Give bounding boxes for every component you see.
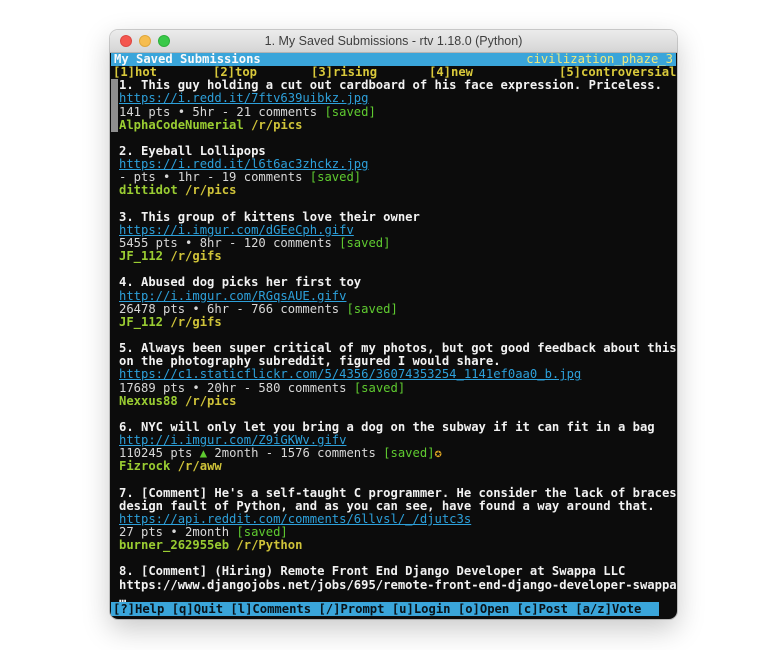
subreddit-link[interactable]: /r/gifs [170,249,221,263]
minimize-button[interactable] [139,35,151,47]
submission-link[interactable]: https://i.redd.it/l6t6ac3zhckz.jpg [119,157,368,171]
submission-item[interactable]: 4. Abused dog picks her first toyhttp://… [111,276,676,329]
submission-link[interactable]: http://i.imgur.com/RGqsAUE.gifv [119,289,346,303]
submission-link[interactable]: https://c1.staticflickr.com/5/4356/36074… [119,367,581,381]
gilded-icon: ✪ [435,446,442,460]
macos-window: 1. My Saved Submissions - rtv 1.18.0 (Py… [110,30,677,619]
submission-byline: dittidot /r/pics [111,184,676,197]
submission-link[interactable]: https://api.reddit.com/comments/6llvsl/_… [119,512,471,526]
submission-item[interactable]: 6. NYC will only let you bring a dog on … [111,421,676,474]
traffic-lights [120,30,170,52]
upvote-icon: ▲ [200,446,207,460]
subreddit-link[interactable]: /r/gifs [170,315,221,329]
selection-cursor [111,79,118,132]
submission-item[interactable]: 1. This guy holding a cut out cardboard … [111,79,676,132]
submission-byline: JF_112 /r/gifs [111,250,676,263]
saved-badge: [saved] [339,236,390,250]
author-name[interactable]: burner_262955eb [119,538,229,552]
stats-text: 5455 pts • 8hr - 120 comments [119,236,339,250]
stats-text: 26478 pts • 6hr - 766 comments [119,302,346,316]
author-name[interactable]: Fizrock [119,459,170,473]
stats-text: - pts • 1hr - 19 comments [119,170,310,184]
subreddit-link[interactable]: /r/pics [185,394,236,408]
window-titlebar: 1. My Saved Submissions - rtv 1.18.0 (Py… [110,30,677,53]
submission-title[interactable]: 8. [Comment] (Hiring) Remote Front End D… [111,565,676,578]
window-title: 1. My Saved Submissions - rtv 1.18.0 (Py… [265,34,523,48]
author-name[interactable]: JF_112 [119,249,163,263]
stats-text: 2month - 1576 comments [207,446,383,460]
submission-link[interactable]: https://i.imgur.com/dGEeCph.gifv [119,223,354,237]
author-name[interactable]: AlphaCodeNumerial [119,118,244,132]
submission-link[interactable]: http://i.imgur.com/Z9iGKWv.gifv [119,433,346,447]
submission-byline: burner_262955eb /r/Python [111,539,676,552]
saved-badge: [saved] [354,381,405,395]
author-name[interactable]: Nexxus88 [119,394,178,408]
submission-item[interactable]: 5. Always been super critical of my phot… [111,342,676,408]
subreddit-link[interactable]: /r/Python [236,538,302,552]
submission-title[interactable]: https://www.djangojobs.net/jobs/695/remo… [111,579,676,592]
submission-link[interactable]: https://i.redd.it/7ftv639uibkz.jpg [119,91,368,105]
author-name[interactable]: dittidot [119,183,178,197]
saved-badge: [saved] [346,302,397,316]
saved-badge: [saved] [310,170,361,184]
stats-text: 141 pts • 5hr - 21 comments [119,105,324,119]
saved-badge: [saved] [324,105,375,119]
submission-item[interactable]: 3. This group of kittens love their owne… [111,211,676,264]
saved-badge: [saved] [383,446,434,460]
subreddit-link[interactable]: /r/pics [251,118,302,132]
author-name[interactable]: JF_112 [119,315,163,329]
submission-item[interactable]: 7. [Comment] He's a self-taught C progra… [111,487,676,553]
close-button[interactable] [120,35,132,47]
help-bar: [?]Help [q]Quit [l]Comments [/]Prompt [u… [111,602,659,616]
submission-item[interactable]: 2. Eyeball Lollipopshttps://i.redd.it/l6… [111,145,676,198]
submission-title[interactable]: 7. [Comment] He's a self-taught C progra… [111,487,676,500]
submission-byline: Fizrock /r/aww [111,460,676,473]
submission-list: 1. This guy holding a cut out cardboard … [111,79,676,605]
stats-text: 27 pts • 2month [119,525,236,539]
submission-item[interactable]: 8. [Comment] (Hiring) Remote Front End D… [111,565,676,604]
saved-badge: [saved] [236,525,287,539]
submission-byline: JF_112 /r/gifs [111,316,676,329]
submission-byline: AlphaCodeNumerial /r/pics [111,119,676,132]
subreddit-link[interactable]: /r/pics [185,183,236,197]
rtv-terminal: My Saved Submissions civilization_phaze_… [110,53,677,619]
subreddit-link[interactable]: /r/aww [178,459,222,473]
stats-text: 110245 pts [119,446,200,460]
zoom-button[interactable] [158,35,170,47]
stats-text: 17689 pts • 20hr - 580 comments [119,381,354,395]
submission-byline: Nexxus88 /r/pics [111,395,676,408]
